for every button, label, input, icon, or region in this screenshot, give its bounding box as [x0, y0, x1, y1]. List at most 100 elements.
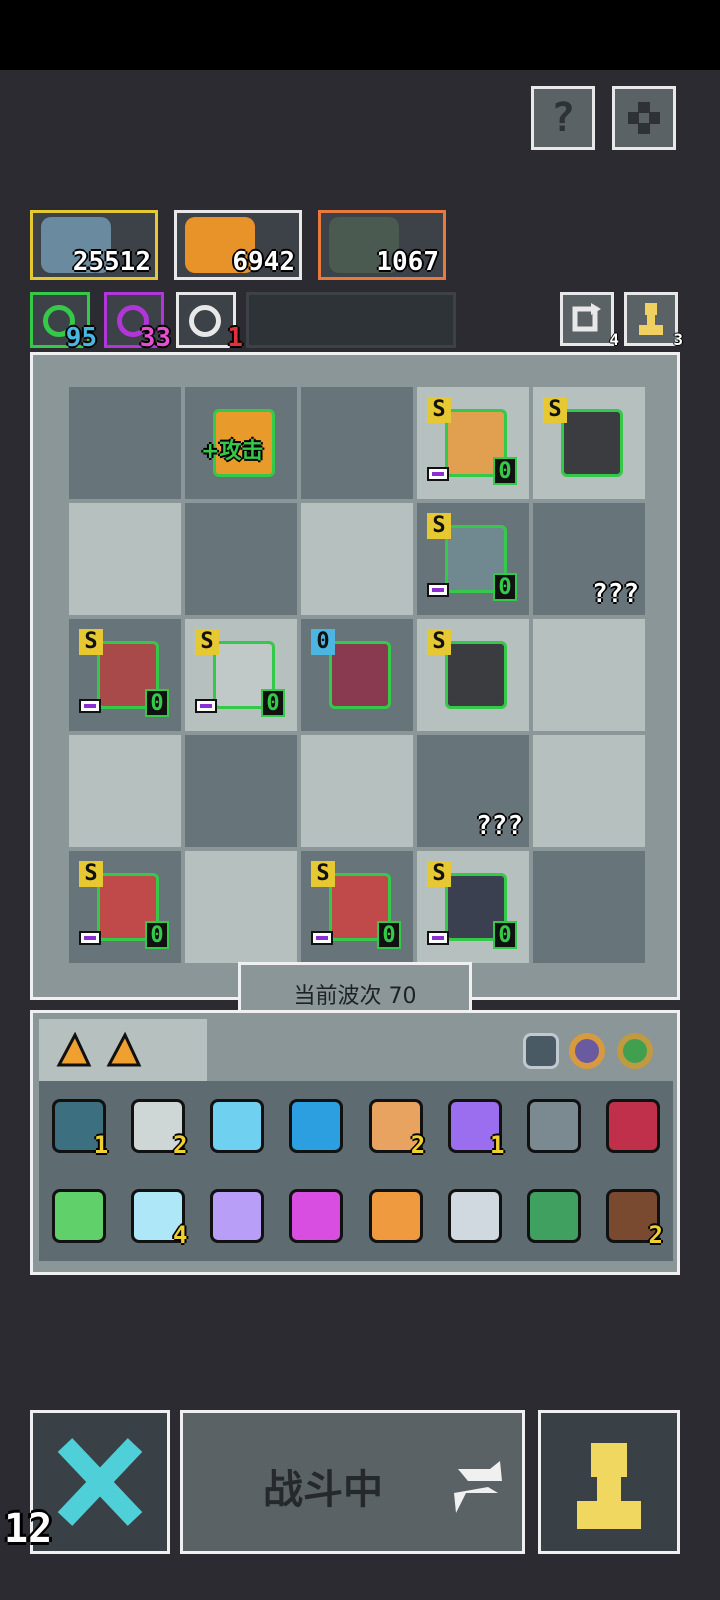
- board-cell[interactable]: S 0: [417, 851, 529, 963]
- rank-badge: S: [427, 861, 451, 887]
- fight-button[interactable]: 战斗中: [180, 1410, 525, 1554]
- pawn-counter[interactable]: 3: [624, 292, 683, 349]
- board-cell[interactable]: 0: [301, 619, 413, 731]
- rank-badge: S: [79, 861, 103, 887]
- unit-jester[interactable]: 0: [311, 629, 403, 721]
- boss-card[interactable]: 6942: [174, 210, 302, 280]
- settings-button[interactable]: [612, 86, 676, 150]
- board-cell[interactable]: S 0: [417, 387, 529, 499]
- inventory-item[interactable]: [435, 1171, 514, 1261]
- unit-bearded-dwarf[interactable]: S 0: [79, 861, 171, 953]
- red-dna-icon: [606, 1099, 661, 1153]
- board-cell[interactable]: [69, 387, 181, 499]
- pawn-button[interactable]: [538, 1410, 680, 1554]
- status-bar: [0, 0, 720, 70]
- mana-bar: [427, 467, 449, 481]
- board-cell[interactable]: ???: [417, 735, 529, 847]
- inventory-item[interactable]: [515, 1171, 594, 1261]
- resource-slot[interactable]: 1: [176, 292, 243, 353]
- inventory-item[interactable]: [198, 1081, 277, 1171]
- inventory-item[interactable]: [39, 1171, 118, 1261]
- rank-badge: S: [311, 861, 335, 887]
- refresh-icon: [572, 303, 601, 332]
- boss-card[interactable]: 1067: [318, 210, 446, 280]
- inventory-item[interactable]: [356, 1171, 435, 1261]
- board-cell[interactable]: S: [533, 387, 645, 499]
- inventory-item[interactable]: 2: [594, 1171, 673, 1261]
- board-cell[interactable]: [533, 735, 645, 847]
- board-cell[interactable]: [185, 503, 297, 615]
- inventory-panel: 1 2 2 1 4 2: [30, 1010, 680, 1275]
- help-icon: ?: [550, 95, 576, 141]
- inventory-item[interactable]: 2: [356, 1081, 435, 1171]
- board-cell[interactable]: [69, 735, 181, 847]
- unit-knight[interactable]: S 0: [427, 513, 519, 605]
- inventory-item[interactable]: 1: [39, 1081, 118, 1171]
- boss-hp: 6942: [232, 247, 295, 277]
- jester-sprite: [329, 641, 391, 709]
- unit-bearded-dwarf[interactable]: S 0: [311, 861, 403, 953]
- help-button[interactable]: ?: [531, 86, 595, 150]
- refresh-count: 4: [609, 330, 619, 349]
- gear-icon: [628, 102, 660, 134]
- board-cell[interactable]: [185, 851, 297, 963]
- mana-bar: [195, 699, 217, 713]
- inventory-item[interactable]: [594, 1081, 673, 1171]
- board-cell[interactable]: S 0: [417, 503, 529, 615]
- item-count: 1: [93, 1131, 109, 1159]
- inventory-item[interactable]: [515, 1081, 594, 1171]
- inventory-item[interactable]: [277, 1081, 356, 1171]
- unit-attack-buff[interactable]: +攻击: [195, 397, 287, 489]
- board-cell[interactable]: [301, 735, 413, 847]
- rank-badge: 0: [311, 629, 335, 655]
- level-badge: 0: [261, 689, 285, 717]
- board-cell[interactable]: [533, 619, 645, 731]
- board-cell[interactable]: S 0: [301, 851, 413, 963]
- board-cell[interactable]: S 0: [69, 619, 181, 731]
- level-badge: 0: [493, 573, 517, 601]
- inventory-item[interactable]: 1: [435, 1081, 514, 1171]
- board-cell[interactable]: +攻击: [185, 387, 297, 499]
- board-cell[interactable]: S 0: [185, 619, 297, 731]
- rank-badge: S: [543, 397, 567, 423]
- inventory-grid: 1 2 2 1 4 2: [39, 1081, 673, 1261]
- unit-old-mage[interactable]: S 0: [195, 629, 287, 721]
- unit-viking[interactable]: S 0: [427, 397, 519, 489]
- rank-badge: S: [79, 629, 103, 655]
- board-cell[interactable]: [185, 735, 297, 847]
- mana-bar: [79, 699, 101, 713]
- close-icon: [57, 1438, 143, 1526]
- board-cell[interactable]: [301, 387, 413, 499]
- board-cell[interactable]: S: [417, 619, 529, 731]
- unit-dark-dwarf[interactable]: S 0: [427, 861, 519, 953]
- resource-slot[interactable]: 33: [104, 292, 171, 353]
- purple-ring-icon[interactable]: [569, 1033, 605, 1069]
- inventory-item[interactable]: 4: [118, 1171, 197, 1261]
- resource-slot[interactable]: 95: [30, 292, 97, 353]
- unit-stone-golem[interactable]: S: [543, 397, 635, 489]
- unit-stone-golem[interactable]: S: [427, 629, 519, 721]
- pawn-count: 3: [673, 330, 683, 349]
- pawn-icon: [639, 303, 663, 335]
- inventory-tab[interactable]: [39, 1019, 207, 1081]
- rank-badge: S: [427, 397, 451, 423]
- stone-golem-sprite: [561, 409, 623, 477]
- board-cell[interactable]: [69, 503, 181, 615]
- board-cell[interactable]: S 0: [69, 851, 181, 963]
- board-cell[interactable]: [533, 851, 645, 963]
- green-ring-icon[interactable]: [617, 1033, 653, 1069]
- inventory-item[interactable]: 2: [118, 1081, 197, 1171]
- inventory-item[interactable]: [277, 1171, 356, 1261]
- unit-warrior[interactable]: S 0: [79, 629, 171, 721]
- item-count: 2: [410, 1131, 426, 1159]
- refresh-counter[interactable]: 4: [560, 292, 619, 349]
- rank-badge: S: [427, 629, 451, 655]
- relic-gem-icon[interactable]: [523, 1033, 559, 1069]
- board-cell[interactable]: [301, 503, 413, 615]
- pawn-icon: [577, 1443, 641, 1529]
- unknown-marker: ???: [476, 811, 523, 841]
- boss-card[interactable]: 25512: [30, 210, 158, 280]
- board-cell[interactable]: ???: [533, 503, 645, 615]
- level-badge: 0: [377, 921, 401, 949]
- inventory-item[interactable]: [198, 1171, 277, 1261]
